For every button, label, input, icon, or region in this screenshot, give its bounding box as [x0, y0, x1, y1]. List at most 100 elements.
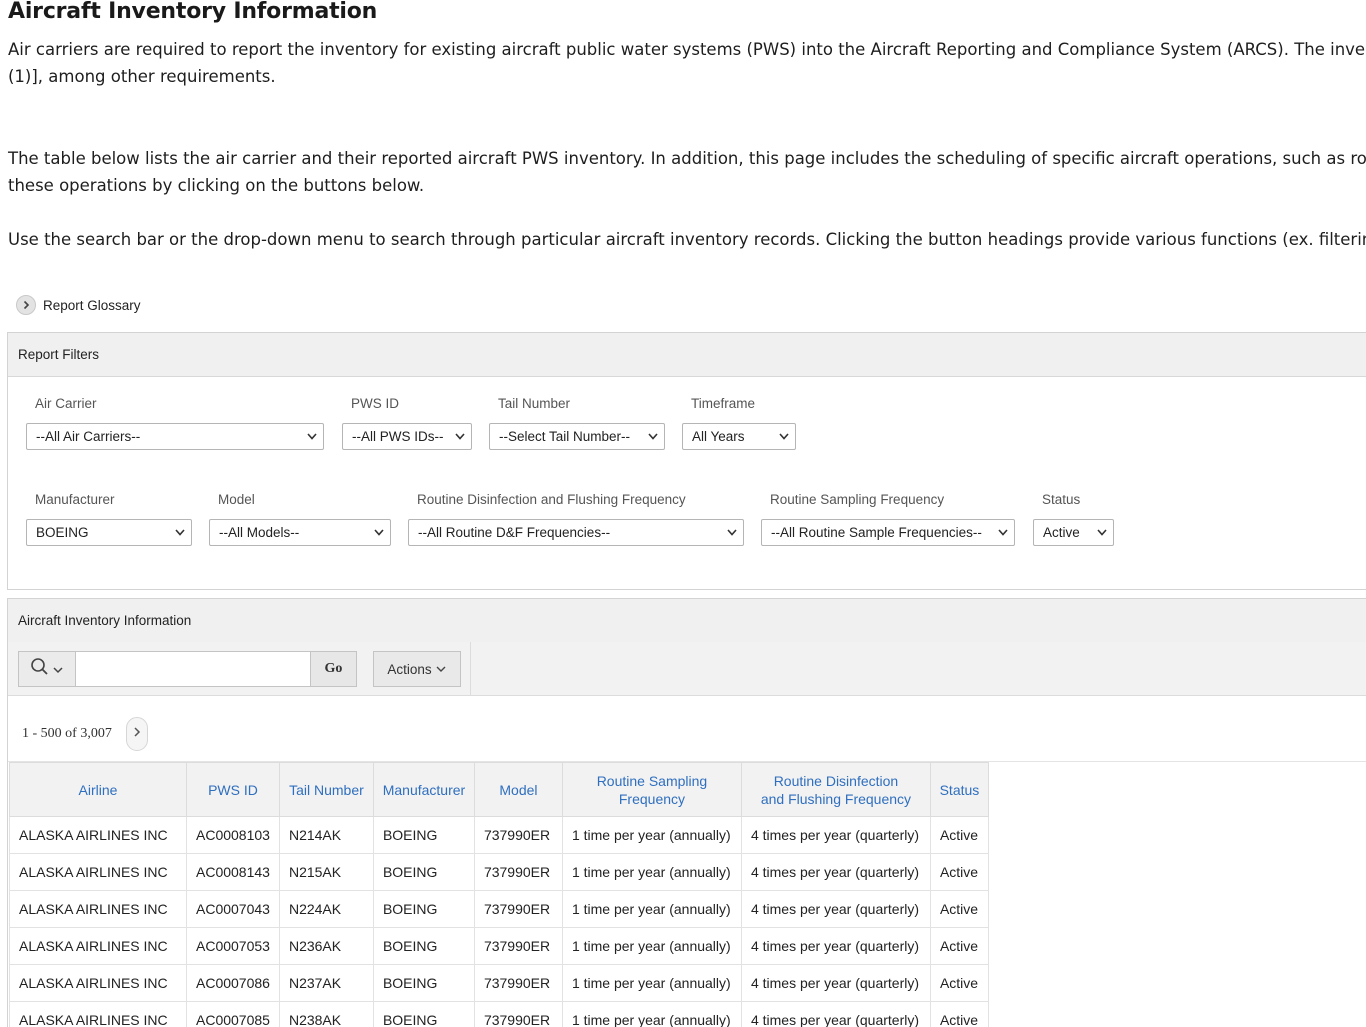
next-page-button[interactable] [125, 717, 148, 751]
table-header-row: Airline PWS ID Tail Number Manufacturer … [9, 762, 989, 817]
cell-status: Active [929, 890, 989, 928]
cell-manufacturer: BOEING [372, 816, 475, 854]
air-carrier-select[interactable]: --All Air Carriers-- [26, 423, 324, 450]
cell-tail-number: N238AK [278, 1001, 374, 1027]
cell-model: 737990ER [473, 816, 563, 854]
timeframe-select-value: All Years [692, 429, 745, 444]
search-input[interactable] [76, 652, 310, 686]
column-header-sampling-line-1: Routine Sampling [596, 772, 708, 789]
chevron-down-icon [1096, 520, 1108, 545]
cell-pws-id: AC0008103 [186, 816, 280, 854]
search-bar: Go [18, 651, 357, 687]
report-filters-header: Report Filters [8, 333, 1366, 377]
table-row: ALASKA AIRLINES INC AC0007086 N237AK BOE… [9, 964, 989, 1002]
cell-pws-id: AC0008143 [186, 853, 280, 891]
status-label: Status [1042, 492, 1081, 507]
dnf-frequency-select-value: --All Routine D&F Frequencies-- [418, 525, 611, 540]
intro-paragraph-2-line-1: The table below lists the air carrier an… [8, 149, 1366, 168]
column-header-status[interactable]: Status [929, 762, 989, 817]
intro-paragraph-2-line-2: these operations by clicking on the butt… [8, 176, 425, 195]
column-header-manufacturer[interactable]: Manufacturer [372, 762, 475, 817]
sampling-frequency-label: Routine Sampling Frequency [770, 492, 945, 507]
pagination: 1 - 500 of 3,007 [22, 717, 148, 751]
cell-pws-id: AC0007053 [186, 927, 280, 965]
column-header-tail-number[interactable]: Tail Number [278, 762, 374, 817]
cell-tail-number: N215AK [278, 853, 374, 891]
cell-tail-number: N236AK [278, 927, 374, 965]
column-header-dnf-line-1: Routine Disinfection [773, 772, 899, 789]
status-select[interactable]: Active [1033, 519, 1114, 546]
go-button[interactable]: Go [310, 652, 356, 686]
column-header-airline[interactable]: Airline [9, 762, 187, 817]
tail-number-select[interactable]: --Select Tail Number-- [489, 423, 665, 450]
chevron-down-icon [454, 424, 466, 449]
manufacturer-select[interactable]: BOEING [26, 519, 192, 546]
cell-manufacturer: BOEING [372, 927, 475, 965]
chevron-down-icon [174, 520, 186, 545]
chevron-down-icon [997, 520, 1009, 545]
manufacturer-select-value: BOEING [36, 525, 89, 540]
chevron-right-icon [16, 295, 36, 315]
page-title: Aircraft Inventory Information [8, 0, 378, 24]
cell-sampling-frequency: 1 time per year (annually) [561, 890, 742, 928]
report-glossary-toggle[interactable]: Report Glossary [16, 295, 141, 315]
timeframe-select[interactable]: All Years [682, 423, 796, 450]
sampling-frequency-select-value: --All Routine Sample Frequencies-- [771, 525, 982, 540]
search-column-menu-button[interactable] [19, 652, 76, 686]
search-icon [30, 657, 52, 681]
cell-sampling-frequency: 1 time per year (annually) [561, 964, 742, 1002]
model-select-value: --All Models-- [219, 525, 300, 540]
cell-status: Active [929, 853, 989, 891]
cell-pws-id: AC0007086 [186, 964, 280, 1002]
chevron-right-icon [132, 726, 142, 743]
column-header-routine-dnf-frequency[interactable]: Routine Disinfection and Flushing Freque… [740, 762, 931, 817]
sampling-frequency-select[interactable]: --All Routine Sample Frequencies-- [761, 519, 1015, 546]
cell-model: 737990ER [473, 853, 563, 891]
model-select[interactable]: --All Models-- [209, 519, 391, 546]
cell-manufacturer: BOEING [372, 890, 475, 928]
pws-id-label: PWS ID [351, 396, 400, 411]
column-header-model[interactable]: Model [473, 762, 563, 817]
cell-airline: ALASKA AIRLINES INC [9, 1001, 187, 1027]
cell-tail-number: N214AK [278, 816, 374, 854]
table-row: ALASKA AIRLINES INC AC0008103 N214AK BOE… [9, 816, 989, 854]
cell-tail-number: N224AK [278, 890, 374, 928]
dnf-frequency-select[interactable]: --All Routine D&F Frequencies-- [408, 519, 744, 546]
cell-status: Active [929, 964, 989, 1002]
intro-paragraph-3: Use the search bar or the drop-down menu… [8, 226, 1366, 253]
cell-airline: ALASKA AIRLINES INC [9, 890, 187, 928]
chevron-down-icon [52, 660, 64, 679]
cell-airline: ALASKA AIRLINES INC [9, 964, 187, 1002]
cell-model: 737990ER [473, 890, 563, 928]
actions-label: Actions [387, 661, 432, 677]
cell-sampling-frequency: 1 time per year (annually) [561, 1001, 742, 1027]
cell-dnf-frequency: 4 times per year (quarterly) [740, 816, 931, 854]
table-row: ALASKA AIRLINES INC AC0008143 N215AK BOE… [9, 853, 989, 891]
cell-airline: ALASKA AIRLINES INC [9, 927, 187, 965]
cell-manufacturer: BOEING [372, 964, 475, 1002]
cell-manufacturer: BOEING [372, 1001, 475, 1027]
cell-dnf-frequency: 4 times per year (quarterly) [740, 890, 931, 928]
cell-status: Active [929, 927, 989, 965]
actions-menu-button[interactable]: Actions [373, 651, 461, 687]
air-carrier-label: Air Carrier [35, 396, 97, 411]
chevron-down-icon [647, 424, 659, 449]
chevron-down-icon [373, 520, 385, 545]
pagination-range: 1 - 500 of 3,007 [22, 726, 112, 741]
dnf-frequency-label: Routine Disinfection and Flushing Freque… [417, 492, 686, 507]
cell-sampling-frequency: 1 time per year (annually) [561, 853, 742, 891]
cell-dnf-frequency: 4 times per year (quarterly) [740, 1001, 931, 1027]
pws-id-select-value: --All PWS IDs-- [352, 429, 444, 444]
intro-paragraph-1: Air carriers are required to report the … [8, 36, 1366, 90]
tail-number-select-value: --Select Tail Number-- [499, 429, 631, 444]
cell-model: 737990ER [473, 964, 563, 1002]
cell-dnf-frequency: 4 times per year (quarterly) [740, 964, 931, 1002]
column-header-routine-sampling-frequency[interactable]: Routine Sampling Frequency [561, 762, 742, 817]
cell-tail-number: N237AK [278, 964, 374, 1002]
cell-pws-id: AC0007085 [186, 1001, 280, 1027]
column-header-pws-id[interactable]: PWS ID [186, 762, 280, 817]
timeframe-label: Timeframe [691, 396, 756, 411]
pws-id-select[interactable]: --All PWS IDs-- [342, 423, 472, 450]
cell-status: Active [929, 1001, 989, 1027]
manufacturer-label: Manufacturer [35, 492, 115, 507]
